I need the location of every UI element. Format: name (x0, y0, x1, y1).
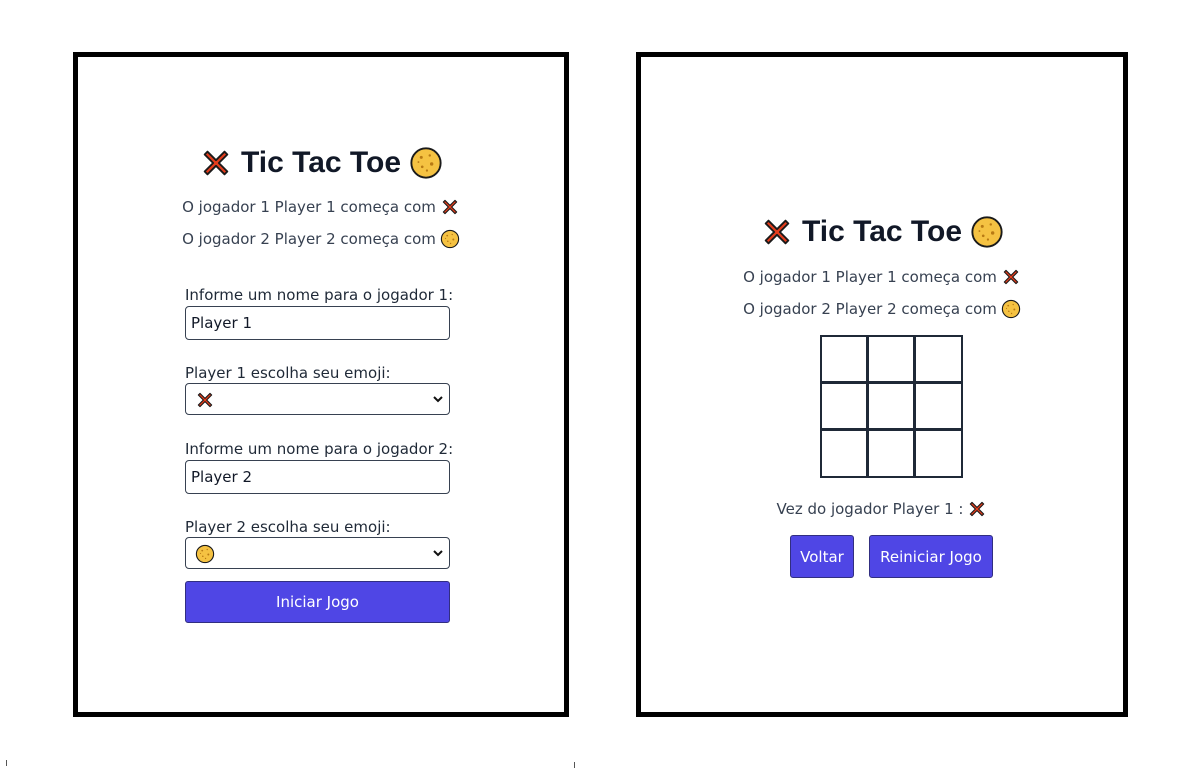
turn-indicator: Vez do jogador Player 1 : (641, 499, 1123, 519)
game-title: Tic Tac Toe (641, 214, 1123, 249)
back-button[interactable]: Voltar (790, 535, 854, 578)
player1-name-label: Informe um nome para o jogador 1: (185, 286, 454, 304)
board-cell[interactable] (821, 383, 868, 430)
cookie-icon (1001, 299, 1021, 319)
setup-screen: Tic Tac Toe O jogador 1 Player 1 começa … (73, 52, 569, 717)
player1-name-input[interactable] (185, 306, 450, 340)
chevron-down-icon (433, 396, 443, 403)
board-cell[interactable] (915, 336, 962, 383)
player2-emoji-select[interactable]: 🍪 (185, 537, 450, 569)
cross-mark-icon (440, 197, 460, 217)
cross-mark-icon (967, 499, 987, 519)
divider-mark (6, 760, 7, 766)
game-screen: Tic Tac Toe O jogador 1 Player 1 começa … (636, 52, 1128, 717)
game-player1-info-text: O jogador 1 Player 1 começa com (743, 268, 997, 286)
start-game-button[interactable]: Iniciar Jogo (185, 581, 450, 623)
board-cell[interactable] (868, 336, 915, 383)
cookie-icon (970, 215, 1004, 249)
game-title-text: Tic Tac Toe (801, 215, 963, 249)
player1-info: O jogador 1 Player 1 começa com (78, 197, 564, 217)
player2-name-input[interactable] (185, 460, 450, 494)
cross-mark-icon (1001, 267, 1021, 287)
board-cell[interactable] (868, 430, 915, 477)
restart-game-button[interactable]: Reiniciar Jogo (869, 535, 993, 578)
game-board (820, 335, 963, 478)
turn-text: Vez do jogador Player 1 : (776, 500, 964, 518)
player1-emoji-label: Player 1 escolha seu emoji: (185, 364, 391, 382)
game-player2-info: O jogador 2 Player 2 começa com (641, 299, 1123, 319)
player2-info-text: O jogador 2 Player 2 começa com (182, 230, 436, 248)
player1-emoji-select[interactable]: ❌ (185, 383, 450, 415)
setup-title: Tic Tac Toe (78, 145, 564, 180)
board-cell[interactable] (915, 383, 962, 430)
cookie-icon (409, 146, 443, 180)
board-cell[interactable] (821, 336, 868, 383)
player1-info-text: O jogador 1 Player 1 começa com (182, 198, 436, 216)
player2-name-label: Informe um nome para o jogador 2: (185, 440, 454, 458)
cross-mark-icon (195, 390, 215, 410)
player2-emoji-label: Player 2 escolha seu emoji: (185, 518, 391, 536)
game-player1-info: O jogador 1 Player 1 começa com (641, 267, 1123, 287)
cross-mark-icon (760, 215, 794, 249)
board-cell[interactable] (821, 430, 868, 477)
player2-info: O jogador 2 Player 2 começa com (78, 229, 564, 249)
cross-mark-icon (199, 146, 233, 180)
divider-mark (574, 762, 575, 768)
board-cell[interactable] (868, 383, 915, 430)
chevron-down-icon (433, 550, 443, 557)
setup-title-text: Tic Tac Toe (240, 146, 402, 180)
game-player2-info-text: O jogador 2 Player 2 começa com (743, 300, 997, 318)
board-cell[interactable] (915, 430, 962, 477)
cookie-icon (195, 544, 215, 564)
cookie-icon (440, 229, 460, 249)
